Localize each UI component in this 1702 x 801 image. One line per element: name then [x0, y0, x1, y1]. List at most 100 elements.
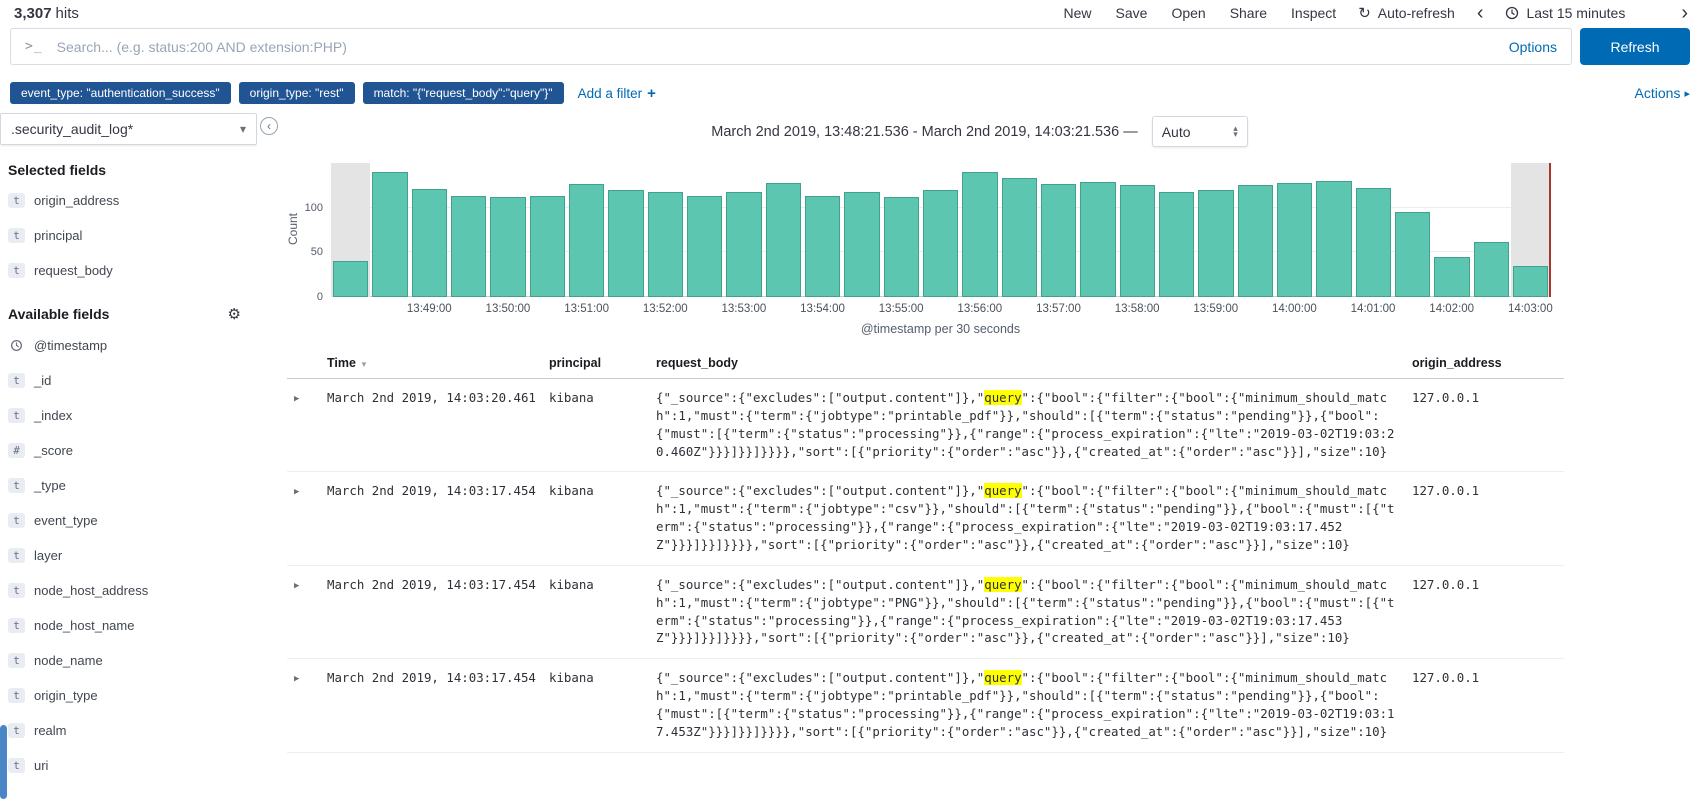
- refresh-button[interactable]: Refresh: [1580, 28, 1690, 65]
- scrollbar-thumb[interactable]: [0, 725, 7, 799]
- filter-pills: event_type: "authentication_success" orig…: [10, 82, 564, 104]
- bar[interactable]: [764, 163, 803, 297]
- bar[interactable]: [685, 163, 724, 297]
- index-pattern-selector[interactable]: .security_audit_log* ▾: [0, 113, 257, 145]
- row-expand-toggle[interactable]: ▶: [287, 482, 315, 553]
- field-item-_type[interactable]: t _type: [0, 468, 257, 503]
- bar[interactable]: [803, 163, 842, 297]
- field-item-event_type[interactable]: t event_type: [0, 503, 257, 538]
- filter-pill[interactable]: event_type: "authentication_success": [10, 82, 231, 104]
- bar[interactable]: [410, 163, 449, 297]
- options-link[interactable]: Options: [1509, 39, 1557, 55]
- bar[interactable]: [1275, 163, 1314, 297]
- search-input[interactable]: [54, 37, 1497, 56]
- filter-pill[interactable]: match: "{"request_body":"query"}": [362, 82, 564, 104]
- field-item-uri[interactable]: t uri: [0, 748, 257, 783]
- bar-fill: [844, 192, 880, 297]
- y-tick-label: 0: [316, 291, 323, 303]
- bar[interactable]: [1000, 163, 1039, 297]
- field-item-_index[interactable]: t _index: [0, 398, 257, 433]
- field-type-icon: t: [8, 263, 25, 278]
- field-item-timestamp[interactable]: @timestamp: [0, 328, 257, 363]
- bar[interactable]: [1314, 163, 1353, 297]
- field-name: request_body: [34, 263, 113, 278]
- bar[interactable]: [1157, 163, 1196, 297]
- field-item-node_host_address[interactable]: t node_host_address: [0, 573, 257, 608]
- field-type-icon: t: [8, 723, 25, 738]
- bar[interactable]: [1393, 163, 1432, 297]
- bar[interactable]: [724, 163, 763, 297]
- field-item-node_name[interactable]: t node_name: [0, 643, 257, 678]
- bar-fill: [1198, 189, 1234, 297]
- available-fields-list: @timestamp t _id t _index # _score t _type t event…: [0, 328, 257, 783]
- bar[interactable]: [488, 163, 527, 297]
- bar[interactable]: [882, 163, 921, 297]
- bar[interactable]: [1078, 163, 1117, 297]
- field-name: _score: [34, 443, 74, 458]
- header-expander-column: [287, 356, 315, 370]
- bar[interactable]: [1432, 163, 1471, 297]
- bar[interactable]: [528, 163, 567, 297]
- bar[interactable]: [370, 163, 409, 297]
- filter-pill[interactable]: origin_type: "rest": [238, 82, 355, 104]
- field-item-layer[interactable]: t layer: [0, 538, 257, 573]
- field-name: layer: [34, 548, 63, 563]
- bar[interactable]: [1472, 163, 1511, 297]
- field-item-principal[interactable]: t principal: [0, 218, 257, 253]
- time-range-picker[interactable]: Last 15 minutes: [1505, 5, 1625, 21]
- menu-item-open[interactable]: Open: [1171, 5, 1205, 21]
- column-header-time[interactable]: Time ▼: [327, 356, 537, 370]
- bar-fill: [1355, 188, 1391, 297]
- y-tick-label: 50: [310, 246, 323, 259]
- bar[interactable]: [1196, 163, 1235, 297]
- cell-request-body: {"_source":{"excludes":["output.content"…: [656, 670, 1395, 739]
- time-back-button[interactable]: ‹: [1477, 3, 1484, 23]
- auto-refresh-button[interactable]: ↻ Auto-refresh: [1358, 4, 1455, 22]
- top-menu: New Save Open Share Inspect: [1064, 5, 1337, 21]
- x-tick-label: 14:02:00: [1429, 303, 1475, 315]
- add-filter-button[interactable]: Add a filter +: [578, 85, 656, 102]
- available-fields-header: Available fields ⚙: [8, 305, 241, 323]
- field-item-_score[interactable]: # _score: [0, 433, 257, 468]
- query-bar: >_ Options Refresh: [10, 28, 1690, 65]
- bar[interactable]: [1039, 163, 1078, 297]
- column-header-principal[interactable]: principal: [549, 356, 644, 370]
- bar[interactable]: [646, 163, 685, 297]
- field-item-request_body[interactable]: t request_body: [0, 253, 257, 288]
- row-expand-toggle[interactable]: ▶: [287, 389, 315, 460]
- interval-select[interactable]: Auto ▴ ▾: [1151, 116, 1248, 147]
- field-item-origin_type[interactable]: t origin_type: [0, 678, 257, 713]
- field-item-node_host_name[interactable]: t node_host_name: [0, 608, 257, 643]
- row-expand-toggle[interactable]: ▶: [287, 576, 315, 647]
- bar[interactable]: [1510, 163, 1551, 297]
- cell-principal: kibana: [549, 483, 594, 499]
- filter-actions-button[interactable]: Actions ▸: [1635, 85, 1690, 101]
- field-type-icon: t: [8, 193, 25, 208]
- bar[interactable]: [960, 163, 999, 297]
- bar[interactable]: [331, 163, 371, 297]
- field-item-realm[interactable]: t realm: [0, 713, 257, 748]
- menu-item-save[interactable]: Save: [1116, 5, 1148, 21]
- column-header-origin-address[interactable]: origin_address: [1412, 356, 1564, 370]
- menu-item-inspect[interactable]: Inspect: [1291, 5, 1336, 21]
- field-item-origin_address[interactable]: t origin_address: [0, 183, 257, 218]
- row-expand-toggle[interactable]: ▶: [287, 669, 315, 740]
- bar[interactable]: [449, 163, 488, 297]
- bar[interactable]: [606, 163, 645, 297]
- bar[interactable]: [1354, 163, 1393, 297]
- column-header-request-body[interactable]: request_body: [656, 356, 1400, 370]
- gear-icon[interactable]: ⚙: [228, 305, 241, 323]
- bar[interactable]: [1118, 163, 1157, 297]
- menu-item-new[interactable]: New: [1064, 5, 1092, 21]
- cell-time: March 2nd 2019, 14:03:17.454: [327, 483, 536, 499]
- bar[interactable]: [842, 163, 881, 297]
- x-tick-label: 13:51:00: [564, 303, 609, 315]
- time-forward-button[interactable]: ›: [1681, 3, 1688, 23]
- bar-fill: [647, 191, 683, 297]
- bar[interactable]: [1236, 163, 1275, 297]
- field-type-icon: t: [8, 513, 25, 528]
- menu-item-share[interactable]: Share: [1230, 5, 1267, 21]
- field-item-_id[interactable]: t _id: [0, 363, 257, 398]
- bar[interactable]: [921, 163, 960, 297]
- bar[interactable]: [567, 163, 606, 297]
